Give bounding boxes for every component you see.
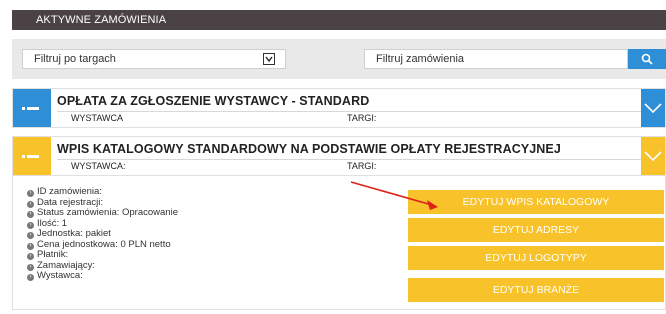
annotation-arrow-icon — [350, 181, 438, 210]
